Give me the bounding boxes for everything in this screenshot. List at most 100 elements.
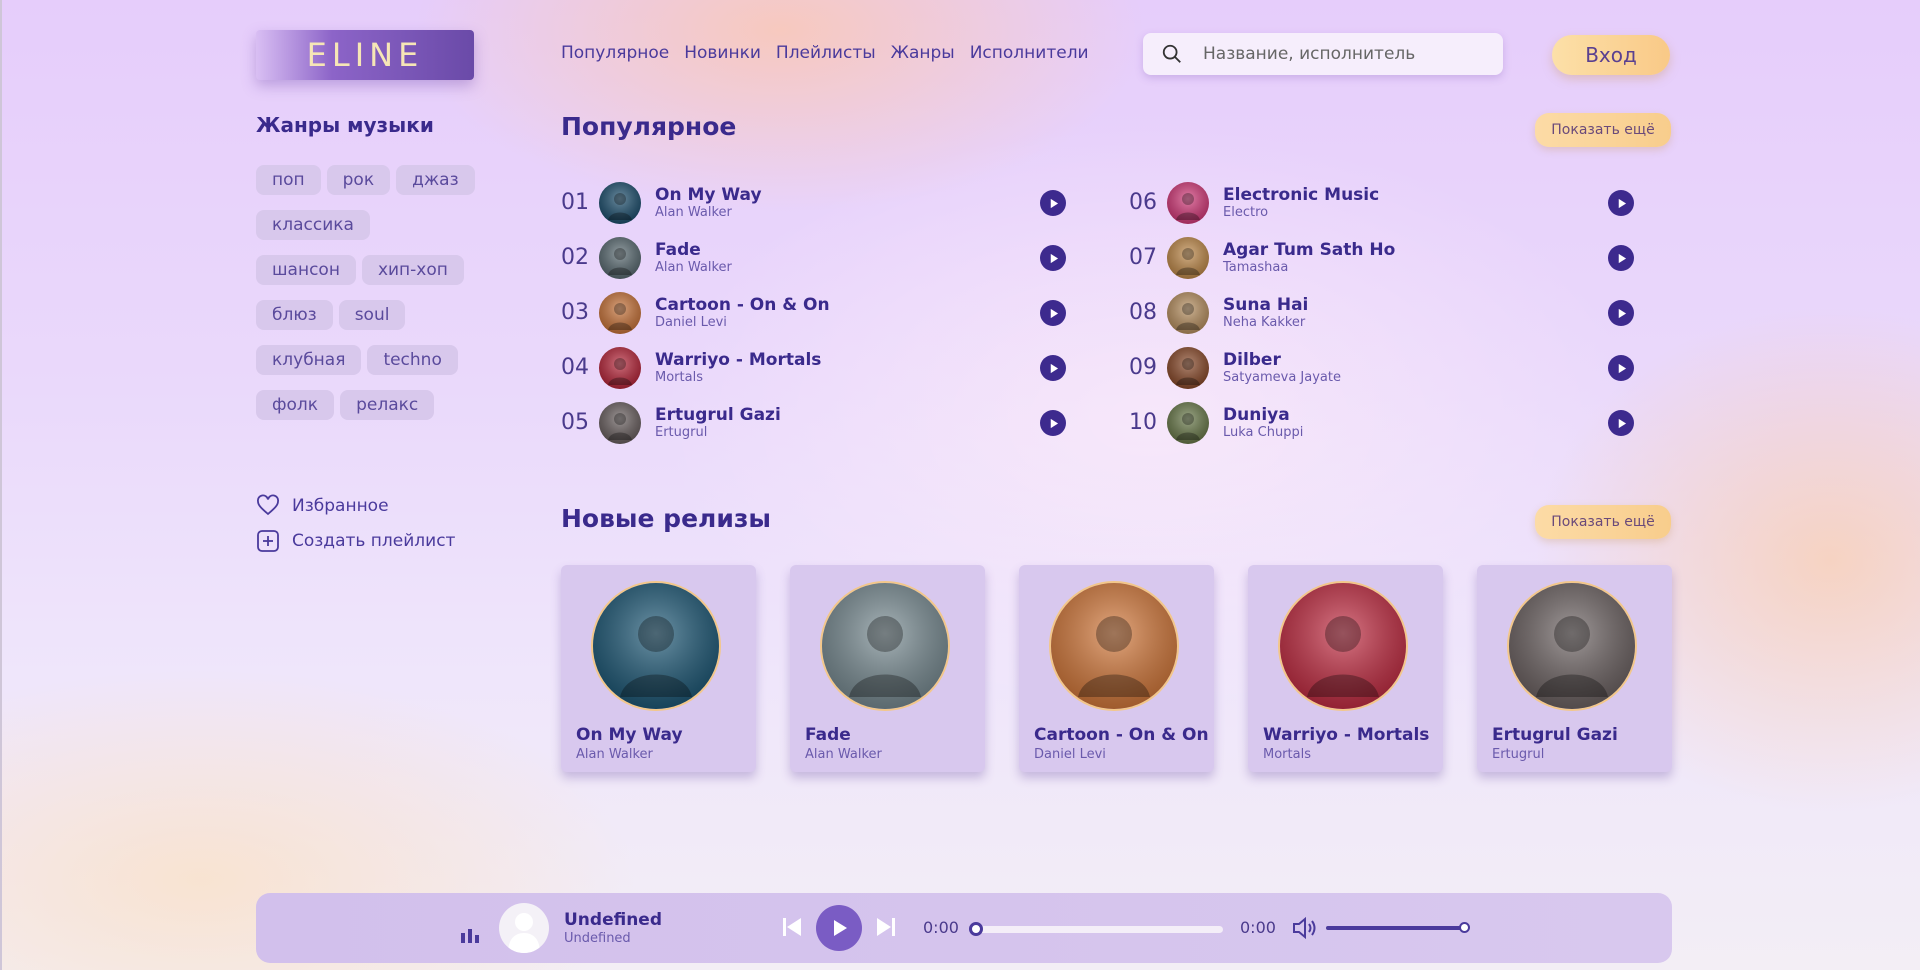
track-title: Cartoon - On & On <box>655 295 830 315</box>
nav-popular[interactable]: Популярное <box>561 43 669 63</box>
total-time: 0:00 <box>1240 918 1276 937</box>
track-number: 09 <box>1129 355 1157 380</box>
track-play-button[interactable] <box>1608 355 1634 381</box>
track-play-button[interactable] <box>1040 300 1066 326</box>
genre-row: блюз soul <box>256 300 486 330</box>
volume-icon[interactable] <box>1291 915 1321 941</box>
popular-more-button[interactable]: Показать ещё <box>1535 113 1671 147</box>
track-play-button[interactable] <box>1608 410 1634 436</box>
play-button[interactable] <box>816 905 862 951</box>
search-input[interactable] <box>1203 44 1493 64</box>
genre-chip[interactable]: блюз <box>256 300 333 330</box>
favorites-link[interactable]: Избранное <box>256 494 389 518</box>
release-cover <box>591 581 721 711</box>
track-play-button[interactable] <box>1608 190 1634 216</box>
release-card[interactable]: Ertugrul Gazi Ertugrul <box>1477 565 1672 772</box>
new-releases-more-button[interactable]: Показать ещё <box>1535 505 1671 539</box>
logo[interactable]: ELINE <box>256 30 474 80</box>
genre-chip[interactable]: шансон <box>256 255 356 285</box>
release-card[interactable]: Warriyo - Mortals Mortals <box>1248 565 1443 772</box>
track-row[interactable]: 03 Cartoon - On & On Daniel Levi <box>561 285 1066 340</box>
genre-chip[interactable]: классика <box>256 210 370 240</box>
volume-handle[interactable] <box>1459 922 1470 933</box>
genre-chip[interactable]: клубная <box>256 345 362 375</box>
track-artist: Electro <box>1223 205 1269 220</box>
track-play-button[interactable] <box>1040 410 1066 436</box>
search-icon <box>1162 44 1181 63</box>
track-play-button[interactable] <box>1040 355 1066 381</box>
track-number: 05 <box>561 410 589 435</box>
track-title: On My Way <box>655 185 762 205</box>
play-icon <box>834 920 847 936</box>
genre-chip[interactable]: джаз <box>396 165 475 195</box>
play-icon <box>1618 308 1626 318</box>
track-row[interactable]: 02 Fade Alan Walker <box>561 230 1066 285</box>
track-row[interactable]: 01 On My Way Alan Walker <box>561 175 1066 230</box>
play-icon <box>1050 253 1058 263</box>
genre-chip[interactable]: soul <box>338 300 406 330</box>
favorites-label: Избранное <box>292 496 389 516</box>
track-title: Duniya <box>1223 405 1290 425</box>
nav-genres[interactable]: Жанры <box>891 43 955 63</box>
release-title: On My Way <box>576 725 683 745</box>
release-artist: Alan Walker <box>805 747 882 762</box>
track-artist: Luka Chuppi <box>1223 425 1304 440</box>
genre-chip[interactable]: рок <box>326 165 391 195</box>
track-title: Agar Tum Sath Ho <box>1223 240 1396 260</box>
track-cover <box>599 181 641 224</box>
player-bar: Undefined Undefined 0:00 0:00 <box>256 893 1672 963</box>
genre-chip[interactable]: релакс <box>340 390 435 420</box>
track-row[interactable]: 04 Warriyo - Mortals Mortals <box>561 340 1066 395</box>
genre-row: шансон хип-хоп <box>256 255 486 285</box>
create-playlist-link[interactable]: Создать плейлист <box>256 529 455 553</box>
equalizer-icon[interactable] <box>461 929 479 943</box>
next-icon[interactable] <box>874 915 898 939</box>
login-button[interactable]: Вход <box>1552 35 1670 75</box>
nav-playlists[interactable]: Плейлисты <box>776 43 876 63</box>
release-card[interactable]: Cartoon - On & On Daniel Levi <box>1019 565 1214 772</box>
genre-row: клубная techno <box>256 345 486 375</box>
track-cover <box>1167 401 1209 444</box>
track-title: Suna Hai <box>1223 295 1309 315</box>
track-play-button[interactable] <box>1040 190 1066 216</box>
track-number: 10 <box>1129 410 1157 435</box>
play-icon <box>1050 363 1058 373</box>
track-row[interactable]: 10 Duniya Luka Chuppi <box>1129 395 1634 450</box>
user-placeholder-icon <box>508 913 540 953</box>
player-cover <box>499 903 549 953</box>
track-title: Fade <box>655 240 701 260</box>
track-cover <box>1167 291 1209 334</box>
track-row[interactable]: 07 Agar Tum Sath Ho Tamashaa <box>1129 230 1634 285</box>
genre-chip[interactable]: techno <box>367 345 458 375</box>
popular-column-left: 01 On My Way Alan Walker 02 Fade Alan Wa… <box>561 175 1066 450</box>
previous-icon[interactable] <box>780 915 804 939</box>
track-artist: Tamashaa <box>1223 260 1289 275</box>
track-title: Ertugrul Gazi <box>655 405 781 425</box>
genre-chip[interactable]: хип-хоп <box>361 255 464 285</box>
nav-artists[interactable]: Исполнители <box>970 43 1089 63</box>
genres-title: Жанры музыки <box>256 113 434 137</box>
genre-chip[interactable]: поп <box>256 165 321 195</box>
nav-new[interactable]: Новинки <box>684 43 761 63</box>
progress-handle[interactable] <box>969 922 983 936</box>
track-play-button[interactable] <box>1608 300 1634 326</box>
track-row[interactable]: 08 Suna Hai Neha Kakker <box>1129 285 1634 340</box>
release-artist: Mortals <box>1263 747 1311 762</box>
track-play-button[interactable] <box>1608 245 1634 271</box>
heart-icon <box>257 494 279 516</box>
release-card[interactable]: Fade Alan Walker <box>790 565 985 772</box>
track-number: 06 <box>1129 190 1157 215</box>
genre-chip[interactable]: фолк <box>256 390 335 420</box>
track-artist: Alan Walker <box>655 260 732 275</box>
release-card[interactable]: On My Way Alan Walker <box>561 565 756 772</box>
progress-bar[interactable] <box>973 926 1223 933</box>
track-title: Electronic Music <box>1223 185 1380 205</box>
window-edge <box>0 0 2 970</box>
track-row[interactable]: 06 Electronic Music Electro <box>1129 175 1634 230</box>
track-play-button[interactable] <box>1040 245 1066 271</box>
track-row[interactable]: 05 Ertugrul Gazi Ertugrul <box>561 395 1066 450</box>
track-cover <box>1167 236 1209 279</box>
volume-slider[interactable] <box>1326 926 1466 930</box>
track-row[interactable]: 09 Dilber Satyameva Jayate <box>1129 340 1634 395</box>
track-artist: Daniel Levi <box>655 315 727 330</box>
